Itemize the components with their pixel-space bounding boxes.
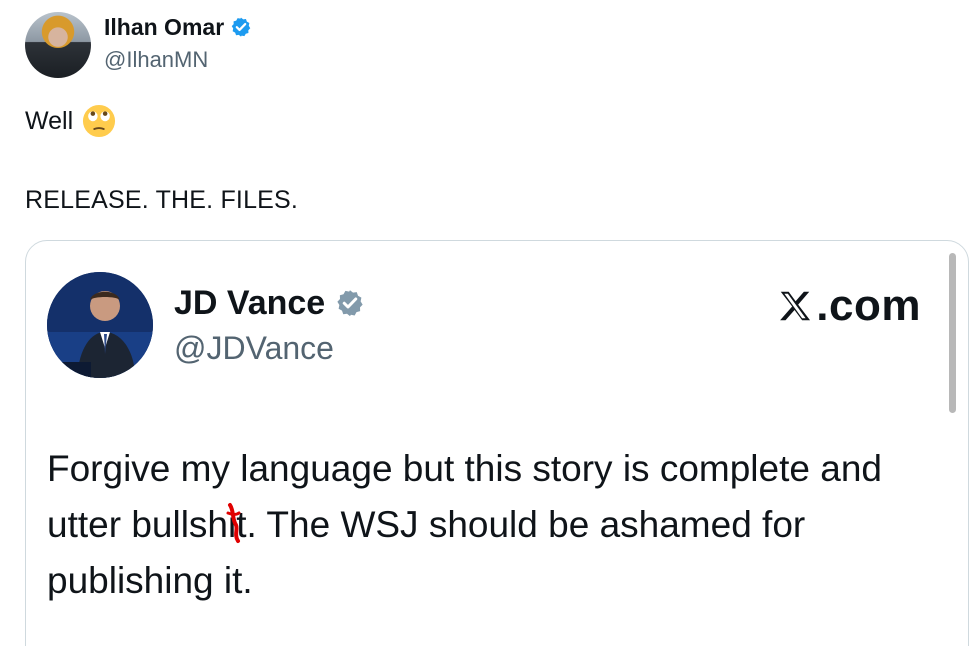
tweet-text-line1: Well bbox=[25, 104, 116, 138]
tweet-text-well: Well bbox=[25, 107, 74, 135]
quoted-tweet-card[interactable]: JD Vance @JDVance .com Forgive my langua… bbox=[25, 240, 969, 646]
quoted-tweet-text: Forgive my language but this story is co… bbox=[47, 441, 927, 609]
quoted-author-name[interactable]: JD Vance bbox=[174, 283, 325, 323]
author-name-row[interactable]: Ilhan Omar bbox=[104, 13, 252, 41]
scrollbar-thumb[interactable] bbox=[949, 253, 956, 413]
verified-badge-icon bbox=[337, 290, 363, 317]
tweet-text-line2: RELEASE. THE. FILES. bbox=[25, 186, 299, 214]
quoted-avatar-photo bbox=[47, 272, 153, 378]
red-scribble-icon bbox=[226, 503, 241, 543]
quoted-author-handle[interactable]: @JDVance bbox=[174, 329, 334, 367]
quoted-author-name-row[interactable]: JD Vance bbox=[174, 283, 365, 323]
x-com-link[interactable]: .com bbox=[776, 281, 921, 331]
red-annotation-mark: i bbox=[226, 497, 241, 553]
quoted-author-avatar[interactable] bbox=[47, 272, 153, 378]
face-with-rolling-eyes-icon bbox=[83, 104, 116, 138]
verified-badge-icon bbox=[231, 17, 251, 37]
author-name[interactable]: Ilhan Omar bbox=[104, 13, 224, 41]
author-avatar[interactable] bbox=[25, 12, 91, 78]
x-com-text: .com bbox=[816, 281, 921, 330]
author-handle[interactable]: @IlhanMN bbox=[104, 47, 208, 73]
x-logo-icon bbox=[780, 291, 811, 321]
